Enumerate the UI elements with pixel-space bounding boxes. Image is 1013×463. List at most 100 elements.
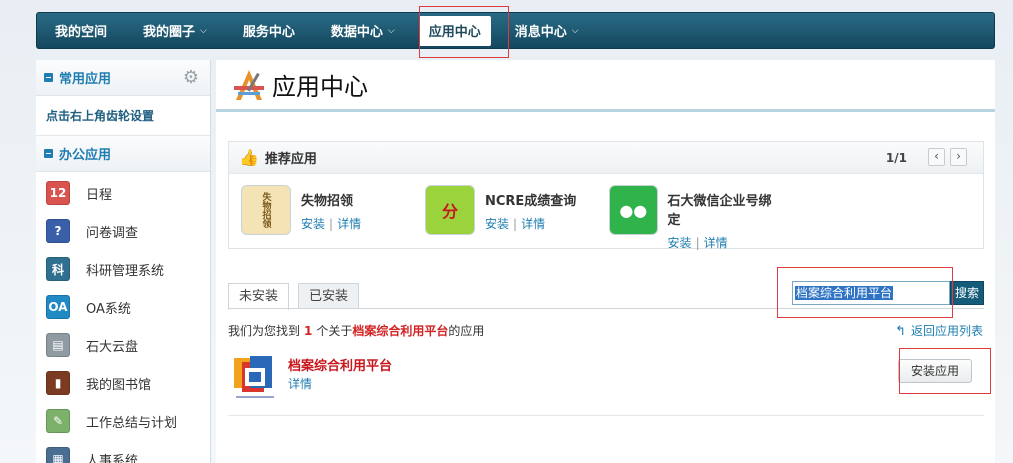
office-apps-title: 办公应用 bbox=[59, 148, 112, 163]
sidebar-item-label: 工作总结与计划 bbox=[86, 415, 178, 431]
sidebar-item[interactable]: ▤ 石大云盘 bbox=[36, 326, 210, 364]
archive-platform-icon[interactable] bbox=[232, 354, 278, 404]
sidebar: 常用应用 ⚙ 点击右上角齿轮设置 办公应用 12 日程? 问卷调查科科研管理系统 OA… bbox=[36, 60, 211, 463]
link-separator: | bbox=[513, 217, 518, 231]
library-icon: ▮ bbox=[46, 371, 70, 395]
result-app-name[interactable]: 档案综合利用平台 bbox=[288, 355, 392, 374]
prev-page-button[interactable]: ‹ bbox=[928, 148, 945, 166]
recommend-app-links: 安装 | 详情 bbox=[668, 234, 781, 251]
search-result-summary: 我们为您找到 1 个关于档案综合利用平台的应用 bbox=[228, 322, 484, 339]
chevron-down-icon: ⌵ bbox=[200, 25, 207, 36]
recommend-app-icon[interactable]: ●● bbox=[609, 185, 658, 235]
tabs-divider bbox=[228, 308, 984, 309]
nav-item-5[interactable]: 消息中心 ⌵ bbox=[497, 13, 597, 48]
tab-not-installed[interactable]: 未安装 bbox=[228, 283, 290, 310]
sidebar-item[interactable]: 12 日程 bbox=[36, 174, 210, 212]
office-apps-header[interactable]: 办公应用 bbox=[36, 136, 210, 172]
recommend-app-name: NCRE成绩查询 bbox=[485, 194, 577, 209]
result-keyword: 档案综合利用平台 bbox=[352, 324, 449, 338]
page-title: 应用中心 bbox=[272, 73, 368, 101]
recommend-pager: 1/1 bbox=[885, 151, 907, 165]
chevron-down-icon: ⌵ bbox=[571, 25, 579, 36]
result-suffix: 的应用 bbox=[448, 324, 485, 338]
nav-item-label: 应用中心 bbox=[428, 25, 481, 40]
common-apps-hint: 点击右上角齿轮设置 bbox=[36, 96, 210, 136]
recommend-header: 👍 推荐应用 bbox=[229, 142, 983, 174]
sidebar-item[interactable]: OA OA系统 bbox=[36, 288, 210, 326]
detail-link[interactable]: 详情 bbox=[704, 236, 728, 250]
top-nav: 我的空间 我的圈子 ⌵ 服务中心 数据中心 ⌵ 应用中心 消息中心 ⌵ bbox=[36, 12, 995, 49]
recommend-app-links: 安装 | 详情 bbox=[301, 215, 361, 232]
hr-icon: ▦ bbox=[46, 447, 70, 463]
result-app-row: 档案综合利用平台 详情 安装应用 bbox=[228, 348, 984, 416]
sidebar-item[interactable]: ▦ 人事系统 bbox=[36, 440, 210, 463]
detail-link[interactable]: 详情 bbox=[337, 217, 361, 231]
tab-installed[interactable]: 已安装 bbox=[298, 283, 360, 309]
nav-item-label: 我的空间 bbox=[55, 25, 108, 40]
survey-icon: ? bbox=[46, 219, 70, 243]
recommend-app-info: 石大微信企业号绑定安装 | 详情 bbox=[668, 185, 781, 251]
nav-item-label: 我的圈子 bbox=[143, 25, 196, 40]
office-apps-list: 12 日程? 问卷调查科科研管理系统 OA OA系统 ▤ 石大云盘 ▮ 我的图书馆 ✎ 工作总结与计… bbox=[36, 172, 210, 463]
collapse-icon bbox=[44, 73, 53, 82]
search-input[interactable]: 档案综合利用平台 bbox=[792, 281, 950, 305]
recommend-box: 👍 推荐应用 1/1 ‹ › 失物招领 失物招领 安装 | 详情分 NCRE成绩查询 安装 |… bbox=[228, 141, 984, 251]
back-to-app-list-link[interactable]: ↰ 返回应用列表 bbox=[895, 322, 983, 339]
install-app-button[interactable]: 安装应用 bbox=[898, 359, 972, 383]
recommend-app: 分 NCRE成绩查询 安装 | 详情 bbox=[413, 185, 597, 251]
install-link[interactable]: 安装 bbox=[301, 217, 325, 231]
nav-item-4[interactable]: 应用中心 bbox=[418, 15, 491, 46]
main-panel: 应用中心 👍 推荐应用 1/1 ‹ › 失物招领 失物招领 安装 | 详情分 NCRE成绩… bbox=[216, 60, 995, 463]
sidebar-item-label: 石大云盘 bbox=[86, 339, 139, 355]
sidebar-item-label: 人事系统 bbox=[86, 453, 139, 463]
notebook-icon: ✎ bbox=[46, 409, 70, 433]
sidebar-item[interactable]: ? 问卷调查 bbox=[36, 212, 210, 250]
common-apps-title: 常用应用 bbox=[59, 72, 112, 87]
recommend-app-info: NCRE成绩查询 安装 | 详情 bbox=[485, 185, 576, 251]
recommend-app-name: 失物招领 bbox=[301, 194, 354, 209]
detail-link[interactable]: 详情 bbox=[521, 217, 545, 231]
collapse-icon bbox=[44, 149, 53, 158]
link-separator: | bbox=[329, 217, 334, 231]
recommend-app: 失物招领 失物招领 安装 | 详情 bbox=[229, 185, 413, 251]
sidebar-item[interactable]: ▮ 我的图书馆 bbox=[36, 364, 210, 402]
recommend-app: ●● 石大微信企业号绑定安装 | 详情 bbox=[597, 185, 781, 251]
search-button[interactable]: 搜索 bbox=[950, 281, 984, 305]
cloud-disk-icon: ▤ bbox=[46, 333, 70, 357]
calendar-icon: 12 bbox=[46, 181, 70, 205]
nav-item-label: 数据中心 bbox=[330, 25, 383, 40]
sidebar-item-label: 科研管理系统 bbox=[86, 263, 165, 279]
gear-icon[interactable]: ⚙ bbox=[182, 69, 200, 87]
result-count: 1 bbox=[304, 324, 313, 338]
return-arrow-icon: ↰ bbox=[895, 324, 906, 339]
recommend-app-info: 失物招领安装 | 详情 bbox=[301, 185, 361, 251]
recommend-title: 推荐应用 bbox=[264, 152, 317, 167]
back-link-label: 返回应用列表 bbox=[910, 324, 983, 338]
result-detail-link[interactable]: 详情 bbox=[288, 375, 312, 392]
sidebar-item-label: 问卷调查 bbox=[86, 225, 139, 241]
nav-item-label: 服务中心 bbox=[242, 25, 295, 40]
result-middle: 个关于 bbox=[316, 324, 353, 338]
nav-item-2[interactable]: 服务中心 bbox=[225, 13, 313, 48]
recommend-app-icon[interactable]: 失物招领 bbox=[241, 185, 291, 235]
next-page-button[interactable]: › bbox=[950, 148, 967, 166]
nav-item-1[interactable]: 我的圈子 ⌵ bbox=[125, 13, 225, 48]
install-link[interactable]: 安装 bbox=[485, 217, 509, 231]
recommend-app-links: 安装 | 详情 bbox=[485, 215, 576, 232]
sidebar-item[interactable]: ✎ 工作总结与计划 bbox=[36, 402, 210, 440]
nav-item-3[interactable]: 数据中心 ⌵ bbox=[313, 13, 413, 48]
search-input-value: 档案综合利用平台 bbox=[795, 286, 894, 300]
nav-item-0[interactable]: 我的空间 bbox=[37, 13, 125, 48]
recommend-app-icon[interactable]: 分 bbox=[425, 185, 475, 235]
link-separator: | bbox=[695, 236, 700, 250]
sidebar-item-label: OA系统 bbox=[86, 301, 131, 317]
page-header: 应用中心 bbox=[216, 60, 995, 112]
recommend-app-name: 石大微信企业号绑定 bbox=[667, 194, 772, 228]
sidebar-item-label: 我的图书馆 bbox=[86, 377, 152, 393]
common-apps-header[interactable]: 常用应用 ⚙ bbox=[36, 60, 210, 96]
install-link[interactable]: 安装 bbox=[668, 236, 692, 250]
app-center-logo-icon bbox=[234, 69, 264, 100]
nav-item-label: 消息中心 bbox=[514, 25, 567, 40]
research-icon: 科 bbox=[46, 257, 70, 281]
sidebar-item[interactable]: 科科研管理系统 bbox=[36, 250, 210, 288]
